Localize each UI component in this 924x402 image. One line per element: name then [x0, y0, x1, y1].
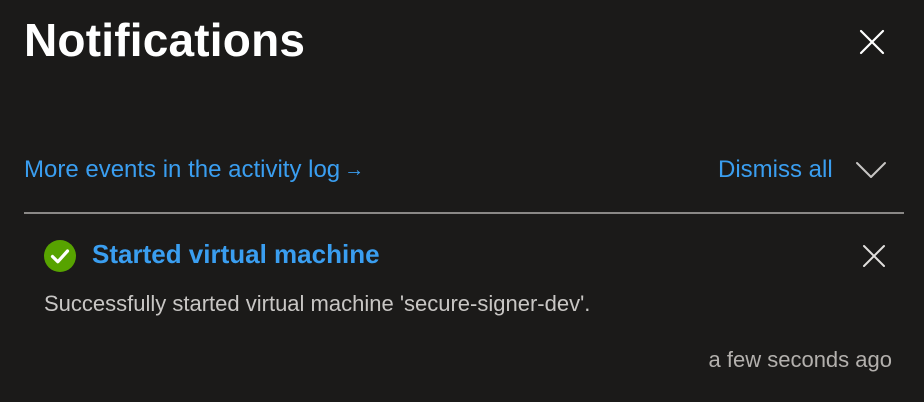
notification-timestamp: a few seconds ago — [708, 347, 892, 372]
panel-title: Notifications — [24, 14, 306, 66]
close-icon — [863, 245, 885, 267]
notification-title[interactable]: Started virtual machine — [92, 236, 380, 272]
notifications-panel: Notifications More events in the activit… — [0, 0, 924, 402]
notification-item[interactable]: Started virtual machine Successfully sta… — [24, 214, 904, 402]
collapse-notifications-button[interactable] — [854, 156, 888, 184]
notification-message: Successfully started virtual machine 'se… — [44, 291, 591, 316]
dismiss-notification-button[interactable] — [860, 242, 888, 270]
dismiss-all-button[interactable]: Dismiss all — [718, 152, 833, 188]
activity-log-link-label: More events in the activity log — [24, 156, 341, 183]
close-panel-button[interactable] — [856, 26, 888, 58]
close-icon — [859, 29, 885, 55]
notifications-actions: More events in the activity log → Dismiss… — [24, 152, 904, 188]
arrow-right-icon: → — [344, 159, 365, 181]
success-check-icon — [44, 240, 76, 272]
chevron-down-icon — [856, 162, 886, 178]
activity-log-link[interactable]: More events in the activity log → — [24, 152, 364, 188]
